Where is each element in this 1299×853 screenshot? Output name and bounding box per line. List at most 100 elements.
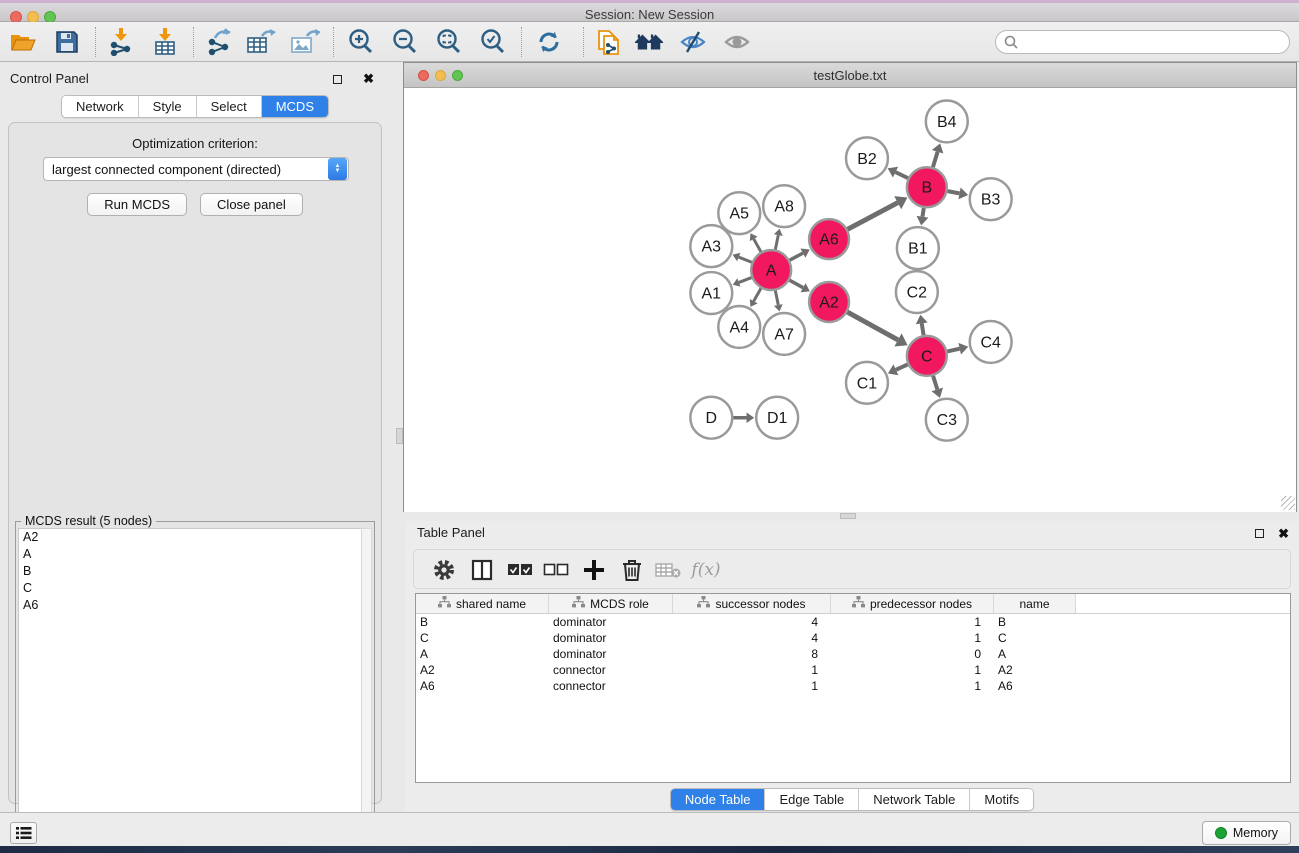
float-table-panel-icon[interactable] (1255, 529, 1264, 538)
tab-network-table[interactable]: Network Table (859, 789, 970, 810)
cell-name[interactable]: A2 (994, 662, 1076, 678)
edge-B-B1[interactable] (922, 208, 923, 217)
node-table[interactable]: shared nameMCDS rolesuccessor nodesprede… (415, 593, 1291, 783)
edge-A-A1[interactable] (739, 278, 752, 283)
refresh-icon[interactable] (534, 27, 564, 57)
tab-motifs[interactable]: Motifs (970, 789, 1033, 810)
graph-node-A8[interactable]: A8 (763, 185, 805, 227)
table-row[interactable]: A6connector11A6 (416, 678, 1290, 694)
close-table-panel-icon[interactable]: ✖ (1278, 526, 1289, 541)
graph-node-C3[interactable]: C3 (926, 399, 968, 441)
mcds-result-item[interactable]: C (19, 580, 362, 597)
column-header-shared-name[interactable]: shared name (416, 594, 549, 613)
gear-icon[interactable] (430, 556, 458, 584)
save-session-icon[interactable] (52, 27, 82, 57)
tab-network[interactable]: Network (62, 96, 139, 117)
graph-node-A5[interactable]: A5 (718, 192, 760, 234)
cell-name[interactable]: C (994, 630, 1076, 646)
edge-A-A6[interactable] (790, 253, 803, 260)
insert-column-icon[interactable] (468, 556, 496, 584)
edge-A-A2[interactable] (790, 280, 804, 287)
graph-node-A4[interactable]: A4 (718, 306, 760, 348)
import-table-icon[interactable] (150, 27, 180, 57)
edge-A-A8[interactable] (775, 235, 778, 249)
cell-predecessor_nodes[interactable]: 1 (831, 630, 994, 646)
graph-node-D[interactable]: D (690, 397, 732, 439)
graph-node-C2[interactable]: C2 (896, 271, 938, 313)
mcds-result-item[interactable]: B (19, 563, 362, 580)
graph-node-A6[interactable]: A6 (809, 219, 849, 259)
export-network-icon[interactable] (204, 27, 234, 57)
cell-mcds_role[interactable]: connector (549, 678, 673, 694)
function-builder-icon[interactable]: f(x) (692, 556, 720, 584)
edge-A6-B[interactable] (848, 203, 898, 230)
cell-predecessor_nodes[interactable]: 1 (831, 678, 994, 694)
cell-shared_name[interactable]: C (416, 630, 549, 646)
cell-name[interactable]: B (994, 614, 1076, 630)
clone-network-icon[interactable] (594, 27, 624, 57)
graph-node-A2[interactable]: A2 (809, 282, 849, 322)
graph-node-B[interactable]: B (907, 167, 947, 207)
edge-A-A5[interactable] (754, 239, 761, 252)
column-header-name[interactable]: name (994, 594, 1076, 613)
cell-predecessor_nodes[interactable]: 0 (831, 646, 994, 662)
column-header-predecessor-nodes[interactable]: predecessor nodes (831, 594, 994, 613)
cell-shared_name[interactable]: A (416, 646, 549, 662)
mcds-result-item[interactable]: A2 (19, 529, 362, 546)
home-icon[interactable] (634, 27, 664, 57)
horizontal-split-handle[interactable] (840, 513, 856, 519)
tab-select[interactable]: Select (197, 96, 262, 117)
edge-A-A7[interactable] (775, 291, 778, 305)
vertical-split-handle[interactable] (396, 428, 403, 444)
cell-mcds_role[interactable]: connector (549, 662, 673, 678)
memory-button[interactable]: Memory (1202, 821, 1291, 845)
show-graphics-icon[interactable] (722, 27, 752, 57)
cell-predecessor_nodes[interactable]: 1 (831, 614, 994, 630)
open-session-icon[interactable] (8, 27, 38, 57)
export-table-icon[interactable] (246, 27, 276, 57)
cell-successor_nodes[interactable]: 4 (673, 630, 831, 646)
tab-node-table[interactable]: Node Table (671, 789, 766, 810)
graph-node-C[interactable]: C (907, 336, 947, 376)
close-panel-icon[interactable]: ✖ (363, 71, 382, 86)
mcds-list-scrollbar[interactable] (361, 528, 372, 853)
column-header-MCDS-role[interactable]: MCDS role (549, 594, 673, 613)
cell-shared_name[interactable]: B (416, 614, 549, 630)
graph-node-B4[interactable]: B4 (926, 100, 968, 142)
cell-name[interactable]: A (994, 646, 1076, 662)
search-field[interactable] (995, 30, 1290, 54)
zoom-selected-icon[interactable] (478, 27, 508, 57)
graph-node-B2[interactable]: B2 (846, 137, 888, 179)
tab-edge-table[interactable]: Edge Table (765, 789, 859, 810)
zoom-in-icon[interactable] (346, 27, 376, 57)
criterion-dropdown[interactable]: largest connected component (directed) ▲… (43, 157, 349, 181)
float-panel-icon[interactable] (333, 75, 342, 84)
run-mcds-button[interactable]: Run MCDS (87, 193, 187, 216)
table-row[interactable]: A2connector11A2 (416, 662, 1290, 678)
cell-shared_name[interactable]: A6 (416, 678, 549, 694)
mcds-result-item[interactable]: A (19, 546, 362, 563)
cell-mcds_role[interactable]: dominator (549, 646, 673, 662)
column-header-successor-nodes[interactable]: successor nodes (673, 594, 831, 613)
cell-predecessor_nodes[interactable]: 1 (831, 662, 994, 678)
graph-node-A3[interactable]: A3 (690, 225, 732, 267)
cell-name[interactable]: A6 (994, 678, 1076, 694)
table-row[interactable]: Cdominator41C (416, 630, 1290, 646)
edge-A2-C[interactable] (847, 312, 898, 340)
cell-successor_nodes[interactable]: 1 (673, 678, 831, 694)
cell-mcds_role[interactable]: dominator (549, 630, 673, 646)
import-network-icon[interactable] (106, 27, 136, 57)
edge-B-B3[interactable] (947, 191, 959, 193)
edge-C-C4[interactable] (947, 349, 959, 352)
hide-graphics-icon[interactable] (678, 27, 708, 57)
select-all-icon[interactable] (506, 556, 534, 584)
edge-A-A3[interactable] (739, 257, 752, 262)
tab-style[interactable]: Style (139, 96, 197, 117)
graph-node-A1[interactable]: A1 (690, 272, 732, 314)
edge-B-B2[interactable] (896, 172, 908, 178)
add-row-icon[interactable] (580, 556, 608, 584)
edge-C-C2[interactable] (922, 323, 924, 335)
mcds-result-item[interactable]: A6 (19, 597, 362, 614)
graph-node-B3[interactable]: B3 (970, 178, 1012, 220)
graph-node-B1[interactable]: B1 (897, 227, 939, 269)
